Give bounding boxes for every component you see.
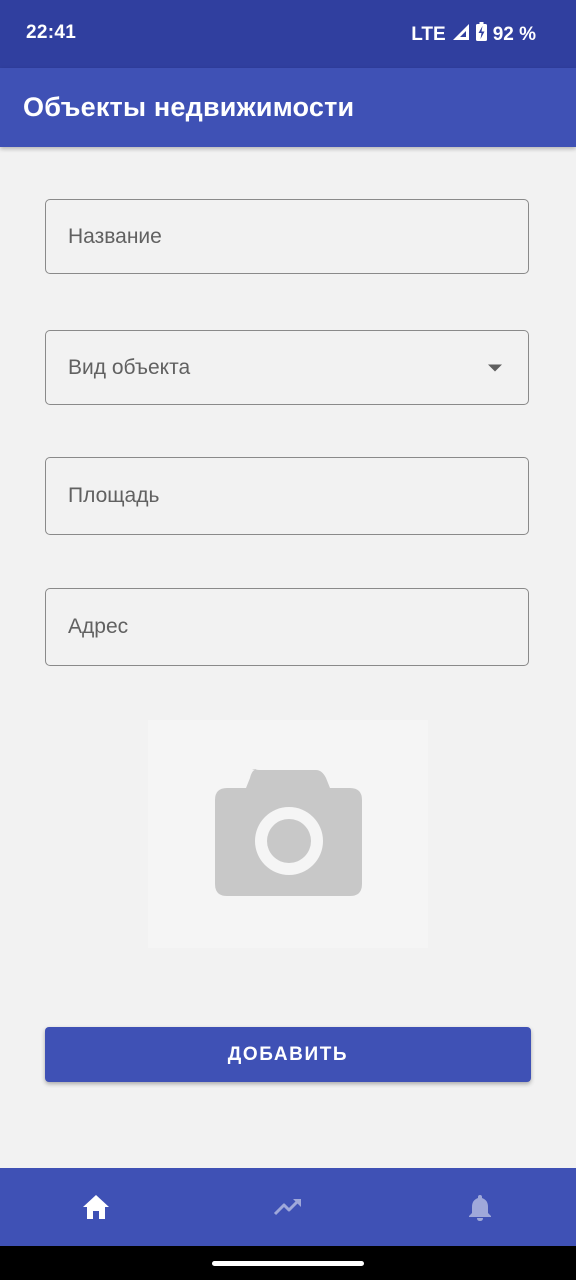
page-title: Объекты недвижимости	[23, 92, 355, 122]
nav-item-notifications[interactable]	[384, 1168, 576, 1246]
name-field[interactable]: Название	[45, 199, 529, 274]
battery-charging-icon	[475, 22, 487, 47]
status-bar: 22:41 LTE 92 %	[0, 0, 576, 68]
home-icon	[83, 1195, 109, 1219]
battery-level: 92 %	[492, 23, 536, 45]
add-button[interactable]: ДОБАВИТЬ	[45, 1027, 531, 1082]
nav-item-trending[interactable]	[192, 1168, 384, 1246]
address-field-placeholder: Адрес	[68, 615, 129, 638]
network-type: LTE	[411, 23, 446, 45]
status-time: 22:41	[26, 22, 77, 43]
object-type-dropdown[interactable]: Вид объекта	[45, 330, 529, 405]
name-field-placeholder: Название	[68, 224, 162, 248]
screen: 22:41 LTE 92 % Объекты недвижимости Назв…	[0, 0, 576, 1280]
gesture-handle[interactable]	[212, 1261, 364, 1266]
object-type-placeholder: Вид объекта	[68, 355, 191, 379]
camera-icon	[215, 769, 362, 896]
system-gesture-area	[0, 1246, 576, 1280]
signal-icon	[452, 23, 470, 47]
bell-icon	[469, 1195, 491, 1221]
nav-item-home[interactable]	[0, 1168, 192, 1246]
bottom-navigation	[0, 1168, 576, 1246]
area-field[interactable]: Площадь	[45, 457, 529, 535]
photo-picker[interactable]	[148, 720, 428, 948]
dropdown-arrow-icon	[488, 364, 502, 371]
address-field[interactable]: Адрес	[45, 588, 529, 666]
area-field-placeholder: Площадь	[68, 484, 160, 507]
app-bar: Объекты недвижимости	[0, 68, 576, 147]
status-indicators: LTE 92 %	[411, 22, 536, 47]
trending-up-icon	[273, 1198, 301, 1216]
